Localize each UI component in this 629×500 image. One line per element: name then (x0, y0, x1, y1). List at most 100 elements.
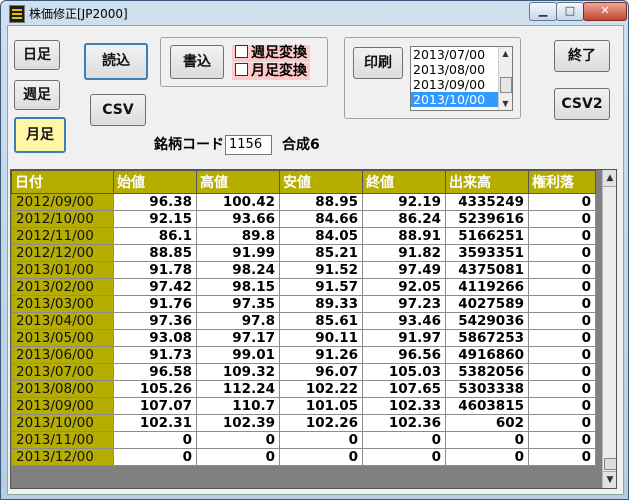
print-button[interactable]: 印刷 (353, 47, 403, 79)
table-row[interactable]: 2012/12/00 88.85 91.99 85.21 91.82 3593351 0 (11, 244, 596, 262)
date-cell[interactable]: 2013/10/00 (11, 414, 114, 432)
exit-button[interactable]: 終了 (554, 40, 610, 72)
table-row[interactable]: 2012/09/00 96.38 100.42 88.95 92.19 4335249 0 (11, 193, 596, 211)
value-cell[interactable]: 102.22 (279, 380, 363, 398)
checkbox-box[interactable] (235, 45, 248, 58)
value-cell[interactable]: 91.73 (113, 346, 197, 364)
value-cell[interactable]: 0 (196, 431, 280, 449)
code-input[interactable]: 1156 (225, 135, 272, 155)
value-cell[interactable]: 107.65 (362, 380, 446, 398)
date-cell[interactable]: 2013/12/00 (11, 448, 114, 466)
value-cell[interactable]: 89.8 (196, 227, 280, 245)
value-cell[interactable]: 86.24 (362, 210, 446, 228)
table-row[interactable]: 2013/09/00 107.07 110.7 101.05 102.33 4603815… (11, 397, 596, 415)
value-cell[interactable]: 85.61 (279, 312, 363, 330)
print-date-item[interactable]: 2013/10/00 (411, 92, 512, 107)
value-cell[interactable]: 88.85 (113, 244, 197, 262)
value-cell[interactable]: 5382056 (445, 363, 529, 381)
value-cell[interactable]: 99.01 (196, 346, 280, 364)
value-cell[interactable]: 4119266 (445, 278, 529, 296)
value-cell[interactable]: 91.78 (113, 261, 197, 279)
monthly-convert-checkbox[interactable]: 月足変換 (232, 63, 310, 80)
value-cell[interactable]: 98.24 (196, 261, 280, 279)
table-row[interactable]: 2013/08/00 105.26 112.24 102.22 107.65 530333… (11, 380, 596, 398)
value-cell[interactable]: 92.15 (113, 210, 197, 228)
value-cell[interactable]: 0 (113, 448, 197, 466)
column-header[interactable]: 権利落 (528, 170, 596, 194)
value-cell[interactable]: 96.07 (279, 363, 363, 381)
list-scrollbar[interactable]: ▲ ▼ (498, 47, 512, 110)
scroll-up-icon[interactable]: ▲ (603, 170, 616, 187)
table-row[interactable]: 2013/04/00 97.36 97.8 85.61 93.46 5429036 0 (11, 312, 596, 330)
value-cell[interactable]: 0 (528, 227, 596, 245)
value-cell[interactable]: 88.91 (362, 227, 446, 245)
table-row[interactable]: 2013/11/00 0 0 0 0 0 0 (11, 431, 596, 449)
value-cell[interactable]: 102.33 (362, 397, 446, 415)
value-cell[interactable]: 0 (528, 414, 596, 432)
date-cell[interactable]: 2013/05/00 (11, 329, 114, 347)
column-header[interactable]: 始値 (113, 170, 197, 194)
write-button[interactable]: 書込 (170, 45, 224, 79)
print-date-list[interactable]: 2013/07/00 2013/08/00 2013/09/00 2013/10/00… (410, 46, 513, 111)
value-cell[interactable]: 602 (445, 414, 529, 432)
value-cell[interactable]: 93.08 (113, 329, 197, 347)
date-cell[interactable]: 2012/11/00 (11, 227, 114, 245)
value-cell[interactable]: 91.82 (362, 244, 446, 262)
value-cell[interactable]: 97.42 (113, 278, 197, 296)
scroll-down-icon[interactable]: ▼ (603, 471, 616, 488)
value-cell[interactable]: 0 (528, 431, 596, 449)
value-cell[interactable]: 97.35 (196, 295, 280, 313)
column-header[interactable]: 安値 (279, 170, 363, 194)
column-header[interactable]: 終値 (362, 170, 446, 194)
value-cell[interactable]: 105.26 (113, 380, 197, 398)
value-cell[interactable]: 91.52 (279, 261, 363, 279)
value-cell[interactable]: 0 (528, 244, 596, 262)
value-cell[interactable]: 96.56 (362, 346, 446, 364)
value-cell[interactable]: 0 (445, 431, 529, 449)
date-cell[interactable]: 2013/06/00 (11, 346, 114, 364)
scroll-down-icon[interactable]: ▼ (499, 97, 512, 110)
value-cell[interactable]: 0 (362, 431, 446, 449)
value-cell[interactable]: 86.1 (113, 227, 197, 245)
value-cell[interactable]: 97.8 (196, 312, 280, 330)
value-cell[interactable]: 107.07 (113, 397, 197, 415)
value-cell[interactable]: 4375081 (445, 261, 529, 279)
value-cell[interactable]: 100.42 (196, 193, 280, 211)
value-cell[interactable]: 0 (528, 210, 596, 228)
value-cell[interactable]: 5867253 (445, 329, 529, 347)
date-cell[interactable]: 2013/02/00 (11, 278, 114, 296)
print-date-item[interactable]: 2013/07/00 (411, 47, 512, 62)
value-cell[interactable]: 4603815 (445, 397, 529, 415)
value-cell[interactable]: 0 (279, 431, 363, 449)
value-cell[interactable]: 3593351 (445, 244, 529, 262)
value-cell[interactable]: 0 (528, 261, 596, 279)
table-row[interactable]: 2013/06/00 91.73 99.01 91.26 96.56 4916860 0 (11, 346, 596, 364)
value-cell[interactable]: 97.49 (362, 261, 446, 279)
date-cell[interactable]: 2013/08/00 (11, 380, 114, 398)
value-cell[interactable]: 102.39 (196, 414, 280, 432)
date-cell[interactable]: 2013/01/00 (11, 261, 114, 279)
print-date-item[interactable]: 2013/09/00 (411, 77, 512, 92)
maximize-button[interactable]: □ (556, 2, 584, 21)
value-cell[interactable]: 0 (528, 278, 596, 296)
value-cell[interactable]: 4027589 (445, 295, 529, 313)
value-cell[interactable]: 5429036 (445, 312, 529, 330)
value-cell[interactable]: 4335249 (445, 193, 529, 211)
value-cell[interactable]: 96.38 (113, 193, 197, 211)
table-row[interactable]: 2012/11/00 86.1 89.8 84.05 88.91 5166251 0 (11, 227, 596, 245)
value-cell[interactable]: 0 (528, 397, 596, 415)
value-cell[interactable]: 84.05 (279, 227, 363, 245)
scroll-thumb[interactable] (500, 77, 512, 93)
value-cell[interactable]: 5239616 (445, 210, 529, 228)
value-cell[interactable]: 0 (528, 448, 596, 466)
value-cell[interactable]: 0 (528, 363, 596, 381)
value-cell[interactable]: 112.24 (196, 380, 280, 398)
value-cell[interactable]: 92.05 (362, 278, 446, 296)
daily-button[interactable]: 日足 (14, 40, 60, 70)
print-date-item[interactable]: 2013/08/00 (411, 62, 512, 77)
value-cell[interactable]: 92.19 (362, 193, 446, 211)
value-cell[interactable]: 5303338 (445, 380, 529, 398)
value-cell[interactable]: 0 (362, 448, 446, 466)
value-cell[interactable]: 97.36 (113, 312, 197, 330)
value-cell[interactable]: 0 (196, 448, 280, 466)
